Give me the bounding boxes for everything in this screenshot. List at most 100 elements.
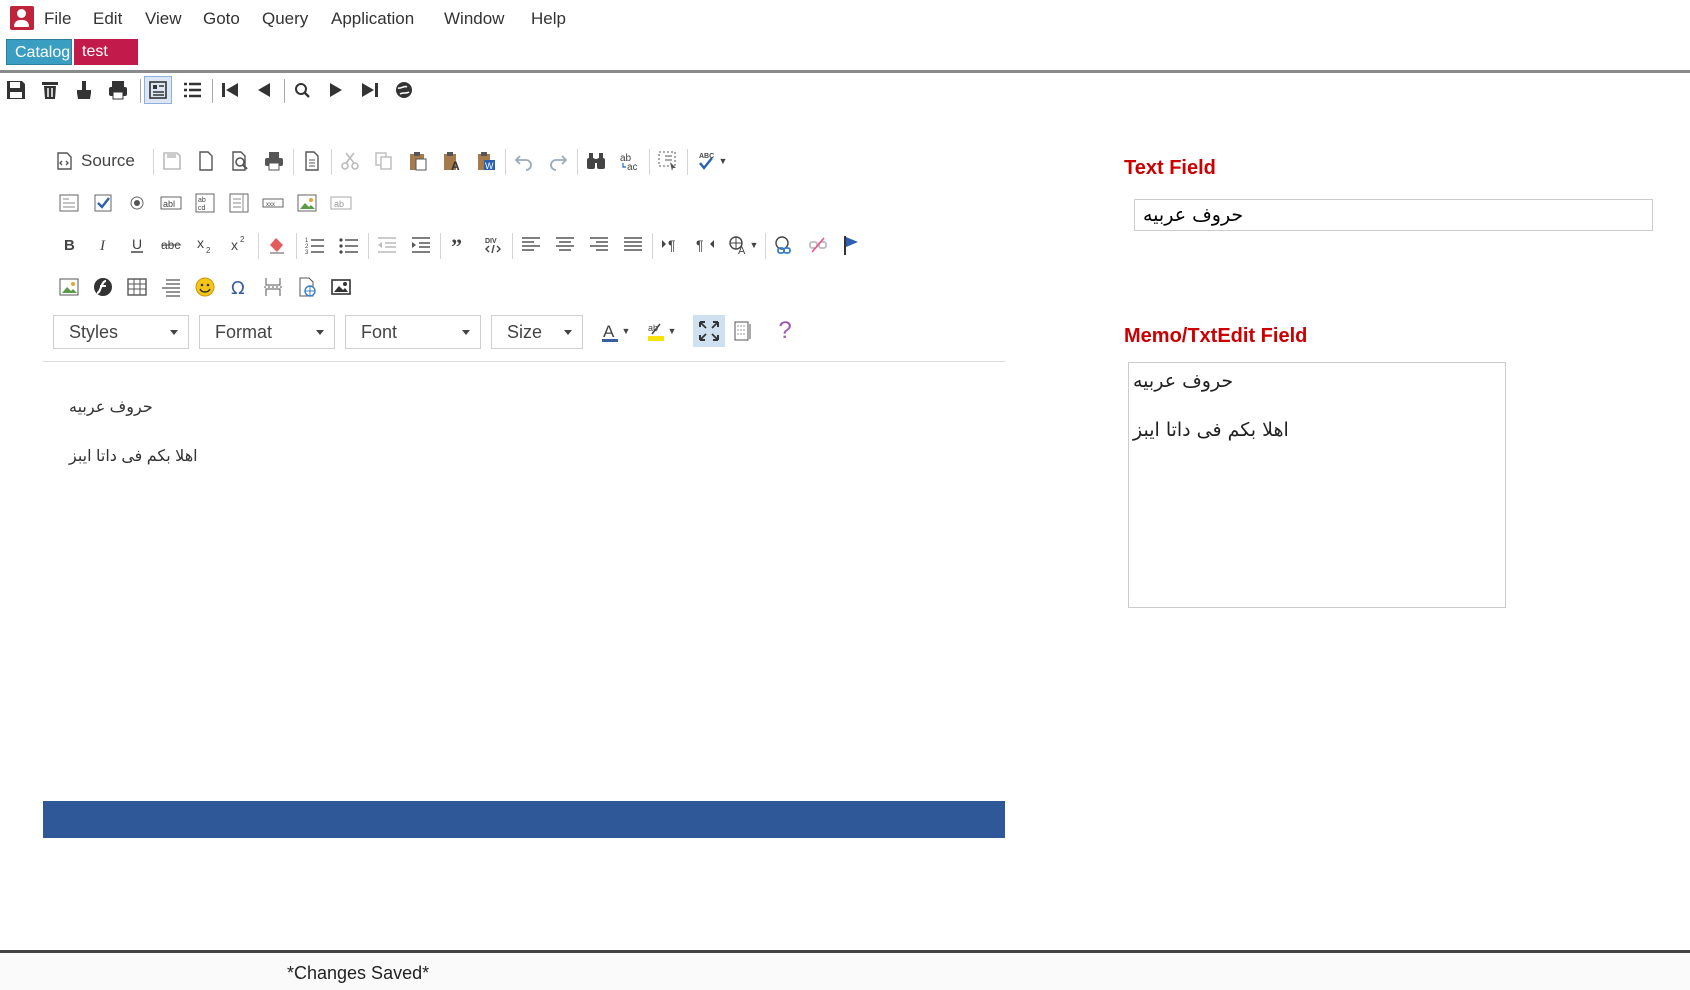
previous-record-icon[interactable] (250, 76, 278, 104)
tab-catalog[interactable]: Catalog (6, 39, 72, 65)
menu-application[interactable]: Application (331, 9, 414, 29)
special-char-icon[interactable]: Ω (223, 271, 255, 303)
source-button[interactable]: Source (53, 145, 153, 177)
source-label: Source (81, 151, 135, 170)
anchor-flag-icon[interactable] (836, 229, 868, 261)
insert-image-icon[interactable] (53, 271, 85, 303)
list-view-icon[interactable] (178, 76, 206, 104)
delete-icon[interactable] (36, 76, 64, 104)
underline-icon[interactable]: U (121, 229, 153, 261)
menu-query[interactable]: Query (262, 9, 308, 29)
smiley-icon[interactable] (189, 271, 221, 303)
styles-dropdown[interactable]: Styles (53, 315, 189, 349)
templates-icon[interactable] (296, 145, 328, 177)
text-direction-rtl-icon[interactable]: ¶ (689, 229, 721, 261)
decrease-indent-icon[interactable] (371, 229, 403, 261)
clear-icon[interactable] (70, 76, 98, 104)
svg-text:2: 2 (240, 235, 245, 244)
blockquote-icon[interactable]: ” (443, 229, 475, 261)
superscript-icon[interactable]: x2 (223, 229, 255, 261)
format-dropdown[interactable]: Format (199, 315, 335, 349)
text-field-icon[interactable]: abl (155, 187, 187, 219)
hidden-field-icon[interactable]: ab (325, 187, 357, 219)
memo-field-textarea[interactable]: حروف عربيه اهلا بكم فى داتا ايبز (1128, 362, 1506, 608)
menu-view[interactable]: View (145, 9, 182, 29)
paste-word-icon[interactable]: W (470, 145, 502, 177)
table-icon[interactable] (121, 271, 153, 303)
maximize-icon[interactable] (693, 315, 725, 347)
create-div-icon[interactable]: DIV (477, 229, 509, 261)
justify-icon[interactable] (617, 229, 649, 261)
textarea-icon[interactable]: ab cd (189, 187, 221, 219)
redo-icon[interactable] (542, 145, 574, 177)
undo-icon[interactable] (508, 145, 540, 177)
select-all-icon[interactable] (652, 145, 684, 177)
paste-text-icon[interactable]: A (436, 145, 468, 177)
svg-text:ab: ab (198, 197, 206, 204)
link-icon[interactable] (768, 229, 800, 261)
flash-icon[interactable] (87, 271, 119, 303)
paste-icon[interactable] (402, 145, 434, 177)
form-view-icon[interactable] (144, 76, 172, 104)
image-icon[interactable] (325, 271, 357, 303)
tab-test[interactable]: test (74, 39, 138, 65)
remove-format-icon[interactable] (261, 229, 293, 261)
spellcheck-dropdown[interactable]: ABC ▼ (690, 145, 734, 177)
print-doc-icon[interactable] (258, 145, 290, 177)
menu-goto[interactable]: Goto (203, 9, 240, 29)
image-button-icon[interactable] (291, 187, 323, 219)
select-field-icon[interactable] (223, 187, 255, 219)
source-icon (57, 152, 72, 170)
menu-edit[interactable]: Edit (93, 9, 122, 29)
align-right-icon[interactable] (583, 229, 615, 261)
save-doc-icon[interactable] (156, 145, 188, 177)
text-field-input[interactable] (1134, 199, 1653, 231)
horizontal-line-icon[interactable] (155, 271, 187, 303)
print-icon[interactable] (104, 76, 132, 104)
size-dropdown[interactable]: Size (491, 315, 583, 349)
radio-icon[interactable] (121, 187, 153, 219)
menu-file[interactable]: File (44, 9, 71, 29)
last-record-icon[interactable] (356, 76, 384, 104)
text-direction-ltr-icon[interactable]: ¶ (655, 229, 687, 261)
menu-window[interactable]: Window (444, 9, 504, 29)
button-field-icon[interactable]: xxx (257, 187, 289, 219)
next-record-icon[interactable] (322, 76, 350, 104)
font-dropdown[interactable]: Font (345, 315, 481, 349)
text-color-dropdown[interactable]: A ▼ (595, 315, 635, 347)
strikethrough-icon[interactable]: abc (155, 229, 187, 261)
numbered-list-icon[interactable]: 123 (299, 229, 331, 261)
unlink-icon[interactable] (802, 229, 834, 261)
bulleted-list-icon[interactable] (333, 229, 365, 261)
first-record-icon[interactable] (216, 76, 244, 104)
menu-help[interactable]: Help (531, 9, 566, 29)
svg-text:ac: ac (627, 162, 638, 172)
background-color-dropdown[interactable]: ab ▼ (641, 315, 681, 347)
editor-content-line-1[interactable]: حروف عربيه (69, 397, 153, 417)
cut-icon[interactable] (334, 145, 366, 177)
editor-content-line-2[interactable]: اهلا بكم فى داتا ايبز (69, 446, 198, 466)
help-icon[interactable]: ? (769, 315, 801, 347)
bold-icon[interactable]: B (53, 229, 85, 261)
find-text-icon[interactable] (580, 145, 612, 177)
align-center-icon[interactable] (549, 229, 581, 261)
svg-text:Ω: Ω (231, 278, 245, 298)
copy-icon[interactable] (368, 145, 400, 177)
subscript-icon[interactable]: x2 (189, 229, 221, 261)
align-left-icon[interactable] (515, 229, 547, 261)
language-dropdown[interactable]: A ▼ (723, 229, 763, 261)
italic-icon[interactable]: I (87, 229, 119, 261)
iframe-icon[interactable] (291, 271, 323, 303)
globe-icon[interactable] (390, 76, 418, 104)
preview-icon[interactable] (224, 145, 256, 177)
page-break-icon[interactable] (257, 271, 289, 303)
svg-text:”: ” (451, 234, 462, 256)
checkbox-icon[interactable] (87, 187, 119, 219)
form-icon[interactable] (53, 187, 85, 219)
increase-indent-icon[interactable] (405, 229, 437, 261)
new-page-icon[interactable] (190, 145, 222, 177)
show-blocks-icon[interactable] (727, 315, 759, 347)
save-icon[interactable] (2, 76, 30, 104)
find-icon[interactable] (288, 76, 316, 104)
replace-icon[interactable]: ab ac (614, 145, 646, 177)
